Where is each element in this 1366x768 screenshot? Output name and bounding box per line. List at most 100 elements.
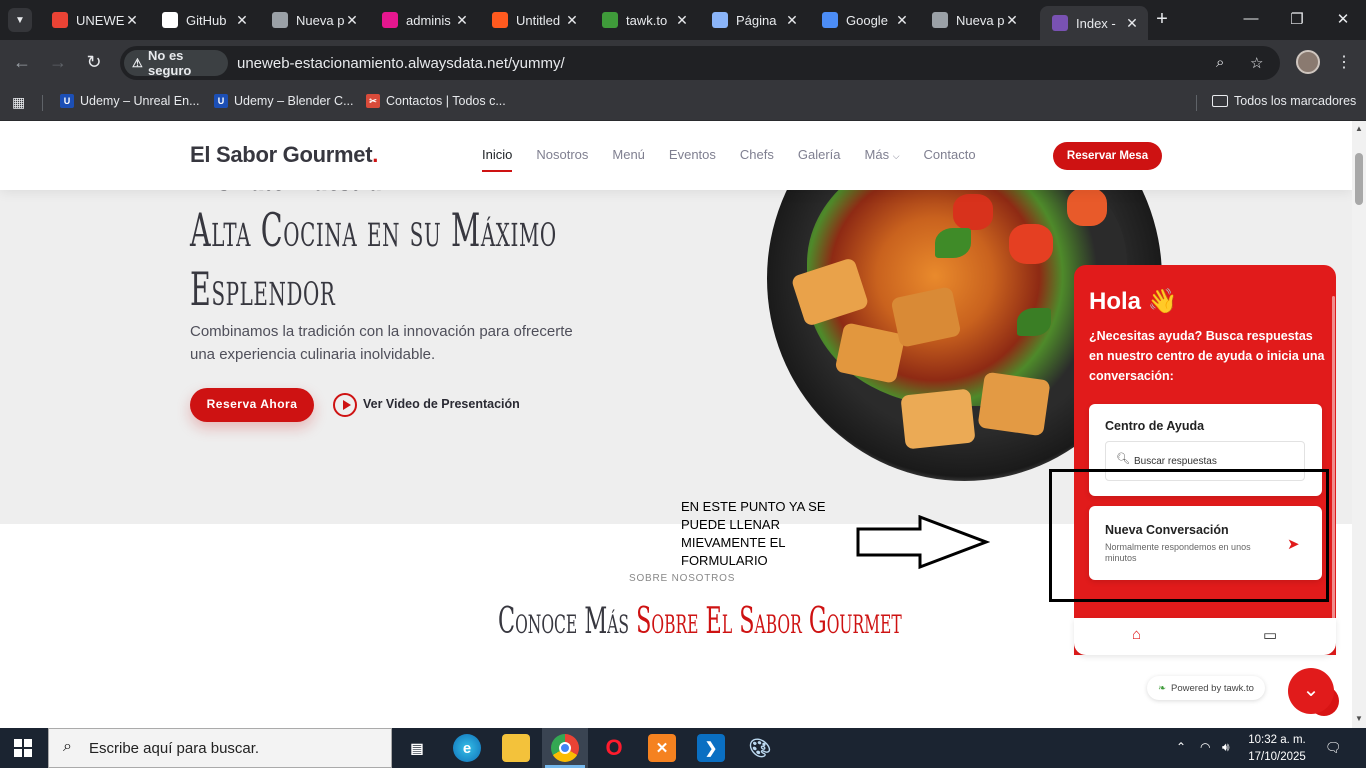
address-bar[interactable]: No es seguro uneweb-estacionamiento.alwa… bbox=[120, 46, 1280, 80]
chevron-down-icon: ⌵ bbox=[892, 151, 900, 161]
pepper-piece bbox=[1009, 224, 1053, 264]
close-window-button[interactable]: ✕ bbox=[1328, 10, 1358, 28]
browser-tab[interactable]: Google ✕ bbox=[810, 6, 918, 34]
gmail-icon bbox=[52, 12, 68, 28]
page-scrollbar[interactable]: ▲ ▼ bbox=[1352, 121, 1366, 728]
chat-icon[interactable]: ▭ bbox=[1263, 626, 1277, 644]
scroll-down-icon[interactable]: ▼ bbox=[1355, 714, 1363, 723]
chat-toggle-button[interactable]: ⌄ bbox=[1288, 668, 1334, 714]
browser-menu-icon[interactable]: ⋮ bbox=[1336, 52, 1352, 72]
clock-date: 17/10/2025 bbox=[1248, 751, 1306, 763]
search-icon: ⌕ bbox=[63, 738, 72, 755]
file-explorer-icon[interactable] bbox=[502, 734, 530, 762]
play-video-icon[interactable] bbox=[333, 393, 357, 417]
video-link[interactable]: Ver Video de Presentación bbox=[363, 397, 520, 411]
chrome-icon[interactable] bbox=[551, 734, 579, 762]
pepper-piece bbox=[1067, 188, 1107, 226]
site-logo[interactable]: El Sabor Gourmet. bbox=[190, 142, 378, 168]
close-tab-icon[interactable]: ✕ bbox=[344, 12, 360, 29]
hero-subtitle: Combinamos la tradición con la innovació… bbox=[190, 323, 573, 363]
system-clock[interactable]: 10:32 a. m. 17/10/2025 bbox=[1246, 732, 1308, 766]
bookmark-contactos[interactable]: ✂ Contactos | Todos c... bbox=[366, 94, 506, 108]
reservar-mesa-button[interactable]: Reservar Mesa bbox=[1053, 142, 1162, 170]
scroll-thumb[interactable] bbox=[1355, 153, 1363, 205]
close-tab-icon[interactable]: ✕ bbox=[674, 12, 690, 29]
volume-icon[interactable]: 🔊︎ bbox=[1222, 740, 1230, 755]
close-tab-icon[interactable]: ✕ bbox=[234, 12, 250, 29]
bookmark-star-icon[interactable]: ☆ bbox=[1250, 54, 1263, 72]
nav-inicio[interactable]: Inicio bbox=[482, 147, 513, 172]
forward-icon[interactable]: → bbox=[46, 51, 70, 75]
close-tab-icon[interactable]: ✕ bbox=[124, 12, 140, 29]
tab-title: Nueva p bbox=[956, 12, 1004, 28]
reserva-ahora-button[interactable]: Reserva Ahora bbox=[190, 388, 314, 422]
page-viewport: Disfrute Nuestra Alta Cocina en su Máxim… bbox=[0, 121, 1352, 728]
nav-eventos[interactable]: Eventos bbox=[669, 147, 716, 162]
zoom-icon[interactable]: ⌕ bbox=[1216, 54, 1224, 71]
tofu-piece bbox=[977, 371, 1051, 437]
tray-chevron-icon[interactable]: ⌃ bbox=[1176, 740, 1186, 754]
nav-menu[interactable]: Menú bbox=[612, 147, 645, 162]
scroll-up-icon[interactable]: ▲ bbox=[1355, 124, 1363, 133]
close-tab-icon[interactable]: ✕ bbox=[1004, 12, 1020, 29]
minimize-button[interactable]: — bbox=[1236, 10, 1266, 27]
browser-tab[interactable]: Página ✕ bbox=[700, 6, 808, 34]
browser-tab-bar: ▼ UNEWE ✕ GitHub ✕ Nueva p ✕ adminis ✕ Untitled ✕… bbox=[0, 0, 1366, 40]
globe-icon bbox=[712, 12, 728, 28]
powered-by-tawk[interactable]: ❧ Powered by tawk.to bbox=[1147, 676, 1265, 700]
home-icon[interactable]: ⌂ bbox=[1132, 626, 1141, 643]
network-icon[interactable]: ◠ bbox=[1200, 740, 1210, 754]
browser-tab[interactable]: Nueva p ✕ bbox=[920, 6, 1028, 34]
bookmarks-bar: ▦ U Udemy – Unreal En... U Udemy – Blender… bbox=[0, 86, 1366, 121]
logo-text: El Sabor Gourmet bbox=[190, 142, 373, 167]
logo-dot: . bbox=[372, 142, 379, 167]
close-tab-icon[interactable]: ✕ bbox=[784, 12, 800, 29]
gemini-icon bbox=[822, 12, 838, 28]
new-tab-button[interactable]: + bbox=[1150, 8, 1174, 32]
back-icon[interactable]: ← bbox=[10, 51, 34, 75]
nav-contacto[interactable]: Contacto bbox=[924, 147, 976, 162]
task-view-icon[interactable]: ▤ bbox=[403, 734, 431, 762]
close-tab-icon[interactable]: ✕ bbox=[894, 12, 910, 29]
tab-title: GitHub bbox=[186, 12, 227, 28]
edge-icon[interactable]: e bbox=[453, 734, 481, 762]
nav-mas-label: Más bbox=[864, 147, 890, 162]
close-tab-icon[interactable]: ✕ bbox=[564, 12, 580, 29]
tawk-scrollbar[interactable] bbox=[1332, 296, 1335, 621]
bookmark-udemy-blender[interactable]: U Udemy – Blender C... bbox=[214, 94, 354, 108]
section-label: SOBRE NOSOTROS bbox=[629, 573, 736, 584]
browser-tab[interactable]: GitHub ✕ bbox=[150, 6, 258, 34]
xampp-icon[interactable]: ✕ bbox=[648, 734, 676, 762]
url-text[interactable]: uneweb-estacionamiento.alwaysdata.net/yu… bbox=[237, 55, 565, 72]
paint-icon[interactable]: 🎨︎ bbox=[746, 734, 774, 762]
taskbar-search-box[interactable]: ⌕ Escribe aquí para buscar. bbox=[48, 728, 392, 768]
bookmark-udemy-unreal[interactable]: U Udemy – Unreal En... bbox=[60, 94, 200, 108]
browser-tab[interactable]: Index - ✕ bbox=[1040, 6, 1148, 40]
close-tab-icon[interactable]: ✕ bbox=[454, 12, 470, 29]
section-title-a: Conoce Más bbox=[498, 601, 637, 642]
contacts-icon: ✂ bbox=[366, 94, 380, 108]
windows-start-icon[interactable] bbox=[14, 739, 32, 757]
chrome-icon bbox=[932, 12, 948, 28]
browser-tab[interactable]: UNEWE ✕ bbox=[40, 6, 148, 34]
nav-mas[interactable]: Más ⌵ bbox=[865, 147, 900, 162]
tab-search-button[interactable]: ▼ bbox=[8, 8, 32, 32]
vscode-icon[interactable]: ❯ bbox=[697, 734, 725, 762]
browser-tab[interactable]: Untitled ✕ bbox=[480, 6, 588, 34]
browser-tab[interactable]: adminis ✕ bbox=[370, 6, 478, 34]
bookmark-label: Contactos | Todos c... bbox=[386, 94, 506, 108]
browser-tab[interactable]: Nueva p ✕ bbox=[260, 6, 368, 34]
security-chip[interactable]: No es seguro bbox=[124, 48, 228, 78]
opera-icon[interactable]: O bbox=[600, 734, 628, 762]
nav-galeria[interactable]: Galería bbox=[798, 147, 841, 162]
maximize-button[interactable]: ❐ bbox=[1282, 10, 1312, 28]
close-tab-icon[interactable]: ✕ bbox=[1124, 15, 1140, 32]
reload-icon[interactable]: ↻ bbox=[82, 51, 106, 75]
all-bookmarks-button[interactable]: Todos los marcadores bbox=[1212, 94, 1356, 108]
profile-avatar[interactable] bbox=[1296, 50, 1320, 74]
nav-nosotros[interactable]: Nosotros bbox=[536, 147, 588, 162]
apps-grid-icon[interactable]: ▦ bbox=[12, 94, 25, 111]
notification-icon[interactable]: 🗨︎ bbox=[1325, 740, 1342, 756]
browser-tab[interactable]: tawk.to ✕ bbox=[590, 6, 698, 34]
nav-chefs[interactable]: Chefs bbox=[740, 147, 774, 162]
